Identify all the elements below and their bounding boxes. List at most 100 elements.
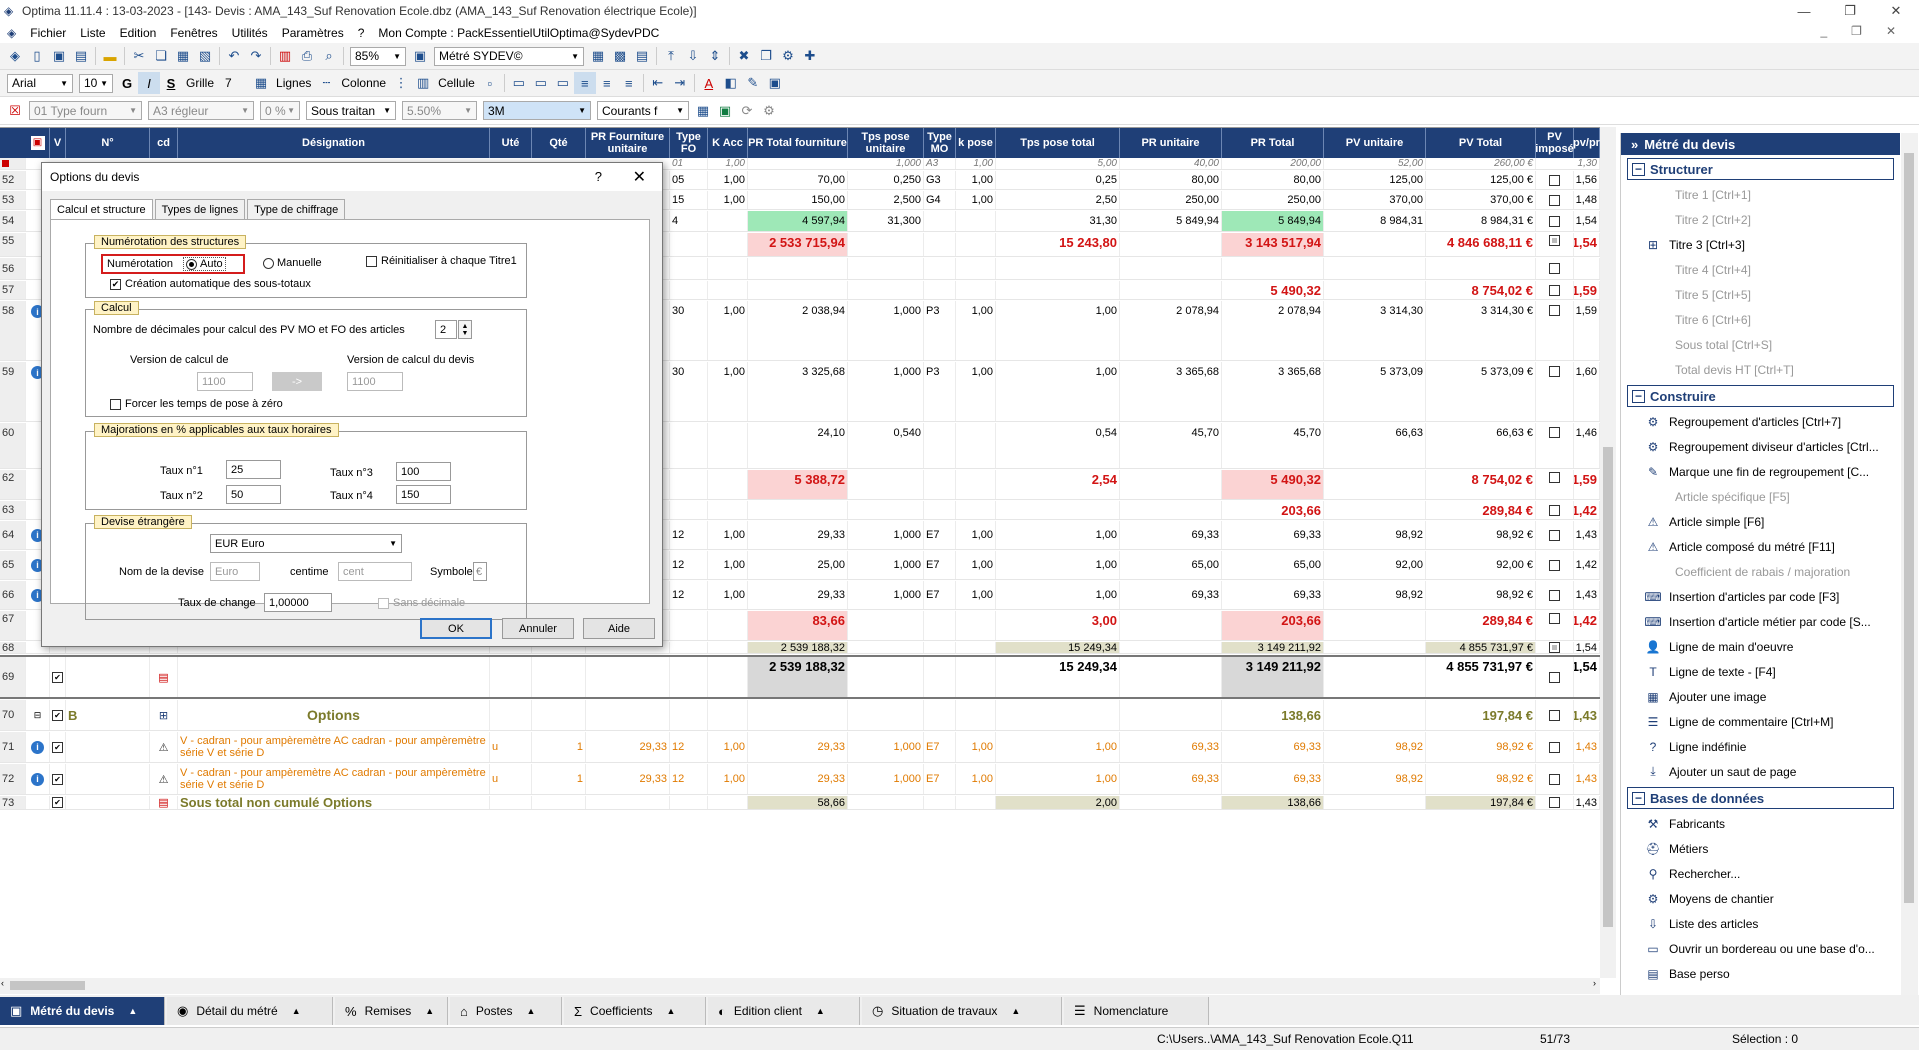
paste-icon[interactable]: ▦ — [172, 45, 194, 67]
pv-impose-checkbox[interactable] — [1536, 611, 1574, 640]
table-row[interactable]: 70 ⊟ ✔ B ⊞ Options 138,66 197,84 € 1,43 — [0, 700, 1600, 731]
mdi-close-icon[interactable]: ✕ — [1879, 24, 1903, 38]
row-checkbox[interactable]: ✔ — [50, 796, 66, 809]
bottom-tab[interactable]: ◉ Détail du métré ▲ — [167, 997, 333, 1025]
color-grid-icon[interactable]: ▦ — [692, 100, 714, 122]
panel-item[interactable]: ? Ligne indéfinie — [1621, 734, 1900, 759]
brush-icon[interactable]: ✎ — [742, 72, 764, 94]
panel-item[interactable]: ⚒ Fabricants — [1621, 811, 1900, 836]
bottom-tab[interactable]: ◷ Situation de travaux ▲ — [862, 997, 1062, 1025]
symbole-field[interactable]: € — [473, 562, 487, 581]
column-header[interactable]: Type FO — [670, 128, 708, 158]
scroll-left-icon[interactable]: ‹ — [1, 978, 4, 988]
panel-item[interactable]: Article spécifique [F5] — [1621, 484, 1900, 509]
app-menu-icon[interactable]: ◈ — [0, 26, 23, 40]
taux3-field[interactable]: 100 — [396, 462, 451, 481]
add-icon[interactable]: ✚ — [799, 45, 821, 67]
excel-icon[interactable]: ▣ — [714, 100, 736, 122]
close-window-icon[interactable]: ✕ — [1873, 0, 1919, 22]
creation-checkbox[interactable]: ✔ Création automatique des sous-totaux — [110, 278, 311, 290]
grid3-icon[interactable]: ▤ — [631, 45, 653, 67]
panel-section-1[interactable]: − Construire — [1627, 385, 1894, 407]
header-lock-icon[interactable]: ▣ — [26, 128, 50, 158]
column-header[interactable]: Tps pose total — [996, 128, 1120, 158]
pv-impose-checkbox[interactable] — [1536, 551, 1574, 579]
column-header[interactable]: PR unitaire — [1120, 128, 1222, 158]
radio-manuelle[interactable]: Manuelle — [263, 257, 322, 269]
column-header[interactable]: PV unitaire — [1324, 128, 1426, 158]
column-header[interactable]: cd — [150, 128, 178, 158]
column-color-icon[interactable]: ▥ — [412, 72, 434, 94]
open-folder-icon[interactable]: ▬ — [99, 45, 121, 67]
pv-impose-checkbox[interactable] — [1536, 281, 1574, 299]
type-fourn-select[interactable]: 01 Type fourn ▼ — [29, 101, 142, 120]
tab-caret-icon[interactable]: ▲ — [128, 1006, 137, 1016]
panel-item[interactable]: ▦ Ajouter une image — [1621, 684, 1900, 709]
panel-item[interactable]: Titre 6 [Ctrl+6] — [1621, 307, 1900, 332]
forcer-checkbox[interactable]: Forcer les temps de pose à zéro — [110, 398, 283, 410]
panel-item[interactable]: ⌨ Insertion d'articles par code [F3] — [1621, 584, 1900, 609]
panel-item[interactable]: ⚙ Moyens de chantier — [1621, 886, 1900, 911]
aide-button[interactable]: Aide — [583, 618, 655, 639]
outdent-icon[interactable]: ⇤ — [647, 72, 669, 94]
ok-button[interactable]: OK — [420, 618, 492, 639]
panel-item[interactable]: ▤ Base perso — [1621, 961, 1900, 986]
menu-account[interactable]: Mon Compte : PackEssentielUtilOptima@Syd… — [371, 26, 666, 40]
column-header[interactable]: N° — [66, 128, 150, 158]
pv-impose-checkbox[interactable] — [1536, 732, 1574, 762]
save-icon[interactable]: ▣ — [48, 45, 70, 67]
tab-types-lignes[interactable]: Types de lignes — [154, 199, 246, 219]
windows-icon[interactable]: ❐ — [755, 45, 777, 67]
panel-item[interactable]: Total devis HT [Ctrl+T] — [1621, 357, 1900, 382]
pv-impose-checkbox[interactable] — [1536, 501, 1574, 519]
font-select[interactable]: Arial ▼ — [7, 73, 73, 93]
mdi-minimize-icon[interactable]: _ — [1813, 24, 1834, 38]
panel-item[interactable]: ⊞ Titre 3 [Ctrl+3] — [1621, 232, 1900, 257]
panel-item[interactable]: Titre 1 [Ctrl+1] — [1621, 182, 1900, 207]
zoom-select[interactable]: 85% ▼ — [350, 46, 406, 66]
table-row[interactable]: 72 i ✔ ⚠ V - cadran - pour ampèremètre AC ca… — [0, 764, 1600, 795]
decimales-spinner[interactable]: ▲ ▼ — [458, 320, 472, 339]
taux-change-field[interactable]: 1,00000 — [264, 593, 332, 612]
pv-impose-checkbox[interactable] — [1536, 642, 1574, 653]
pv-impose-checkbox[interactable] — [1536, 191, 1574, 209]
panel-item[interactable]: ⚲ Rechercher... — [1621, 861, 1900, 886]
restore-icon[interactable]: ❐ — [1827, 0, 1873, 22]
taux4-field[interactable]: 150 — [396, 485, 451, 504]
tab-calcul-structure[interactable]: Calcul et structure — [50, 199, 153, 219]
panel-item[interactable]: ⚙ Regroupement diviseur d'articles [Ctrl.… — [1621, 434, 1900, 459]
collapse-icon[interactable]: − — [1632, 162, 1645, 176]
scroll-right-icon[interactable]: › — [1593, 978, 1596, 988]
panel-item[interactable]: ✎ Marque une fin de regroupement [C... — [1621, 459, 1900, 484]
border2-icon[interactable]: ▭ — [530, 72, 552, 94]
align-center-icon[interactable]: ≡ — [596, 72, 618, 94]
minimize-icon[interactable]: — — [1781, 0, 1827, 22]
menu-fichier[interactable]: Fichier — [23, 26, 73, 40]
panel-item[interactable]: Sous total [Ctrl+S] — [1621, 332, 1900, 357]
panel-item[interactable]: ⚠ Article simple [F6] — [1621, 509, 1900, 534]
bottom-tab[interactable]: ☰ Nomenclature — [1064, 997, 1209, 1025]
menu-fenetres[interactable]: Fenêtres — [163, 26, 224, 40]
tva-select[interactable]: 5.50% ▼ — [402, 101, 477, 120]
sync-icon[interactable]: ⟳ — [736, 100, 758, 122]
border1-icon[interactable]: ▭ — [508, 72, 530, 94]
move-updown-icon[interactable]: ⇕ — [704, 45, 726, 67]
dialog-help-icon[interactable]: ? — [595, 169, 602, 184]
column-header[interactable]: pv/pr — [1573, 128, 1600, 158]
column-header[interactable]: PR Total — [1222, 128, 1324, 158]
tab-caret-icon[interactable]: ▲ — [1011, 1006, 1020, 1016]
colonne-label[interactable]: Colonne — [341, 76, 386, 90]
settings-grey-icon[interactable]: ⚙ — [758, 100, 780, 122]
cellule-label[interactable]: Cellule — [438, 76, 475, 90]
pv-impose-checkbox[interactable] — [1536, 171, 1574, 189]
column-header[interactable]: PR Fourniture unitaire — [586, 128, 670, 158]
table-row[interactable]: 73 ✔ ▤ Sous total non cumulé Options 58,66 2,… — [0, 796, 1600, 810]
lines-style-icon[interactable]: ┄ — [315, 72, 337, 94]
mdi-restore-icon[interactable]: ❐ — [1844, 24, 1869, 38]
align-right-icon[interactable]: ≡ — [618, 72, 640, 94]
delete-icon[interactable]: ☒ — [4, 100, 26, 122]
font-color-icon[interactable]: A — [698, 72, 720, 94]
reinit-checkbox[interactable]: Réinitialiser à chaque Titre1 — [366, 255, 517, 267]
grid1-icon[interactable]: ▦ — [587, 45, 609, 67]
grid-icon[interactable]: ▦ — [250, 72, 272, 94]
